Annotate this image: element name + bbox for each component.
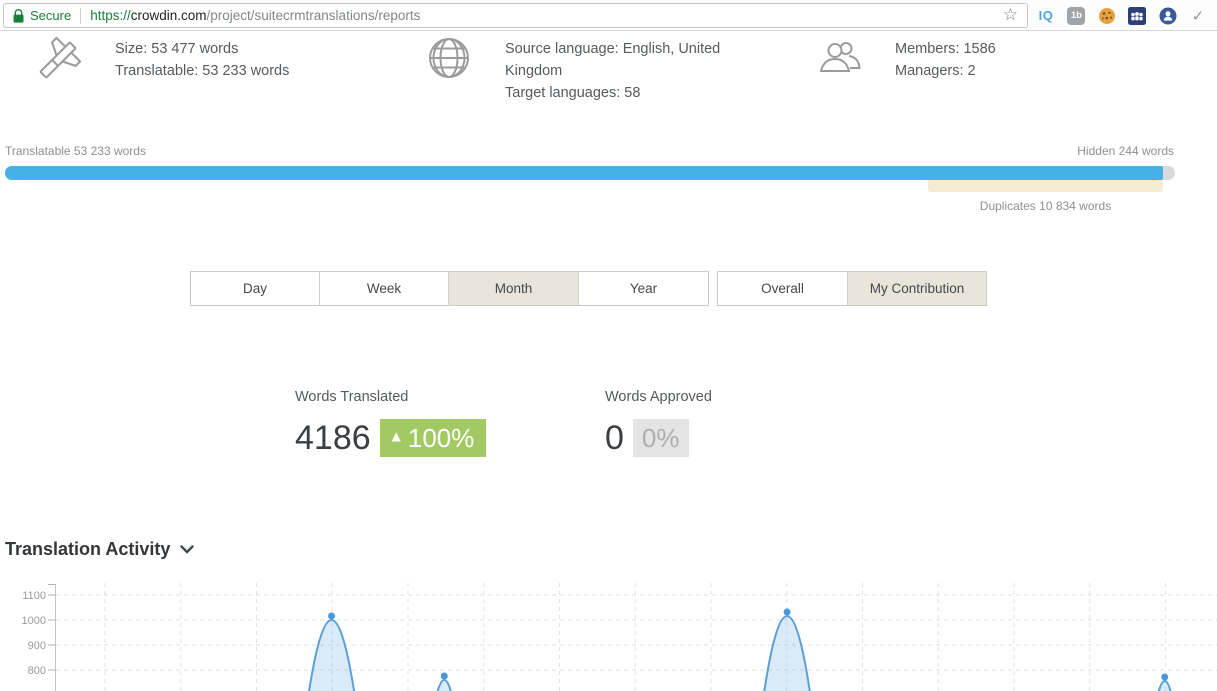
svg-text:1000: 1000 [22,615,46,627]
svg-text:800: 800 [28,665,46,677]
scope-tab-group: Overall My Contribution [717,271,987,306]
svg-text:900: 900 [28,640,46,652]
check-extension-icon[interactable]: ✓ [1189,7,1207,25]
tb-extension-icon[interactable]: 1b [1067,6,1086,25]
url-scheme: https:// [90,8,131,23]
svg-text:1100: 1100 [22,590,46,602]
words-approved-stat: Words Approved 0 0% [605,389,712,457]
words-translated-delta: 100% [407,422,475,453]
project-members-info: Members: 1586 Managers: 2 [895,38,996,82]
secure-lock-icon[interactable] [13,8,24,23]
size-line: Size: 53 477 words [115,41,239,57]
words-translated-label: Words Translated [295,389,409,405]
managers-line: Managers: 2 [895,63,976,79]
target-languages-line: Target languages: 58 [505,85,641,101]
words-progress-track [5,166,1175,180]
chevron-down-icon [180,545,195,554]
crowd-extension-icon[interactable] [1128,6,1147,25]
translation-activity-chart: 1100 1000 900 800 [22,583,1217,691]
tab-week[interactable]: Week [320,272,449,305]
tab-my-contribution[interactable]: My Contribution [848,272,986,305]
words-translated-stat: Words Translated 4186 ▲ 100% [295,389,487,457]
caliper-size-icon [33,35,83,90]
project-languages-info: Source language: English, United Kingdom… [505,38,737,104]
cookie-extension-icon[interactable] [1098,7,1116,25]
trend-up-icon: ▲ [391,429,401,443]
project-size-info: Size: 53 477 words Translatable: 53 233 … [115,38,289,82]
duplicates-bar [928,179,1163,192]
tab-overall[interactable]: Overall [718,272,848,305]
tab-month[interactable]: Month [449,272,579,305]
translatable-words-label: Translatable 53 233 words [5,144,146,158]
words-approved-delta-badge: 0% [632,419,689,457]
url-bar[interactable]: Secure https://crowdin.com/project/suite… [3,3,1028,28]
words-translated-value: 4186 [295,419,371,457]
iq-extension-icon[interactable]: IQ [1037,7,1055,25]
translatable-progress-fill [5,166,1163,180]
tab-day[interactable]: Day [191,272,320,305]
words-approved-label: Words Approved [605,389,712,405]
duplicates-words-label: Duplicates 10 834 words [979,199,1112,213]
period-tab-group: Day Week Month Year [190,271,709,306]
omnibox-divider [80,7,82,24]
translatable-line: Translatable: 53 233 words [115,63,290,79]
browser-toolbar: Secure https://crowdin.com/project/suite… [0,0,1217,31]
secure-label: Secure [30,8,72,23]
tab-year[interactable]: Year [579,272,708,305]
bookmark-star-icon[interactable]: ☆ [1003,7,1018,24]
url-text[interactable]: https://crowdin.com/project/suitecrmtran… [90,8,1003,23]
url-path: /project/suitecrmtranslations/reports [206,8,421,23]
profile-extension-icon[interactable] [1159,7,1177,25]
source-language-line1: Source language: English, United [505,41,721,57]
translation-activity-heading[interactable]: Translation Activity [5,539,195,560]
words-approved-value: 0 [605,419,624,457]
url-host: crowdin.com [130,8,207,23]
translation-activity-title: Translation Activity [5,539,171,559]
members-line: Members: 1586 [895,41,996,57]
members-icon [816,35,864,88]
source-language-line2: Kingdom [505,63,563,79]
words-approved-delta: 0% [641,422,680,453]
globe-languages-icon [425,34,473,87]
extension-bar: IQ 1b ✓ [1031,0,1213,31]
hidden-words-label: Hidden 244 words [1077,144,1174,158]
words-translated-delta-badge: ▲ 100% [379,419,487,457]
